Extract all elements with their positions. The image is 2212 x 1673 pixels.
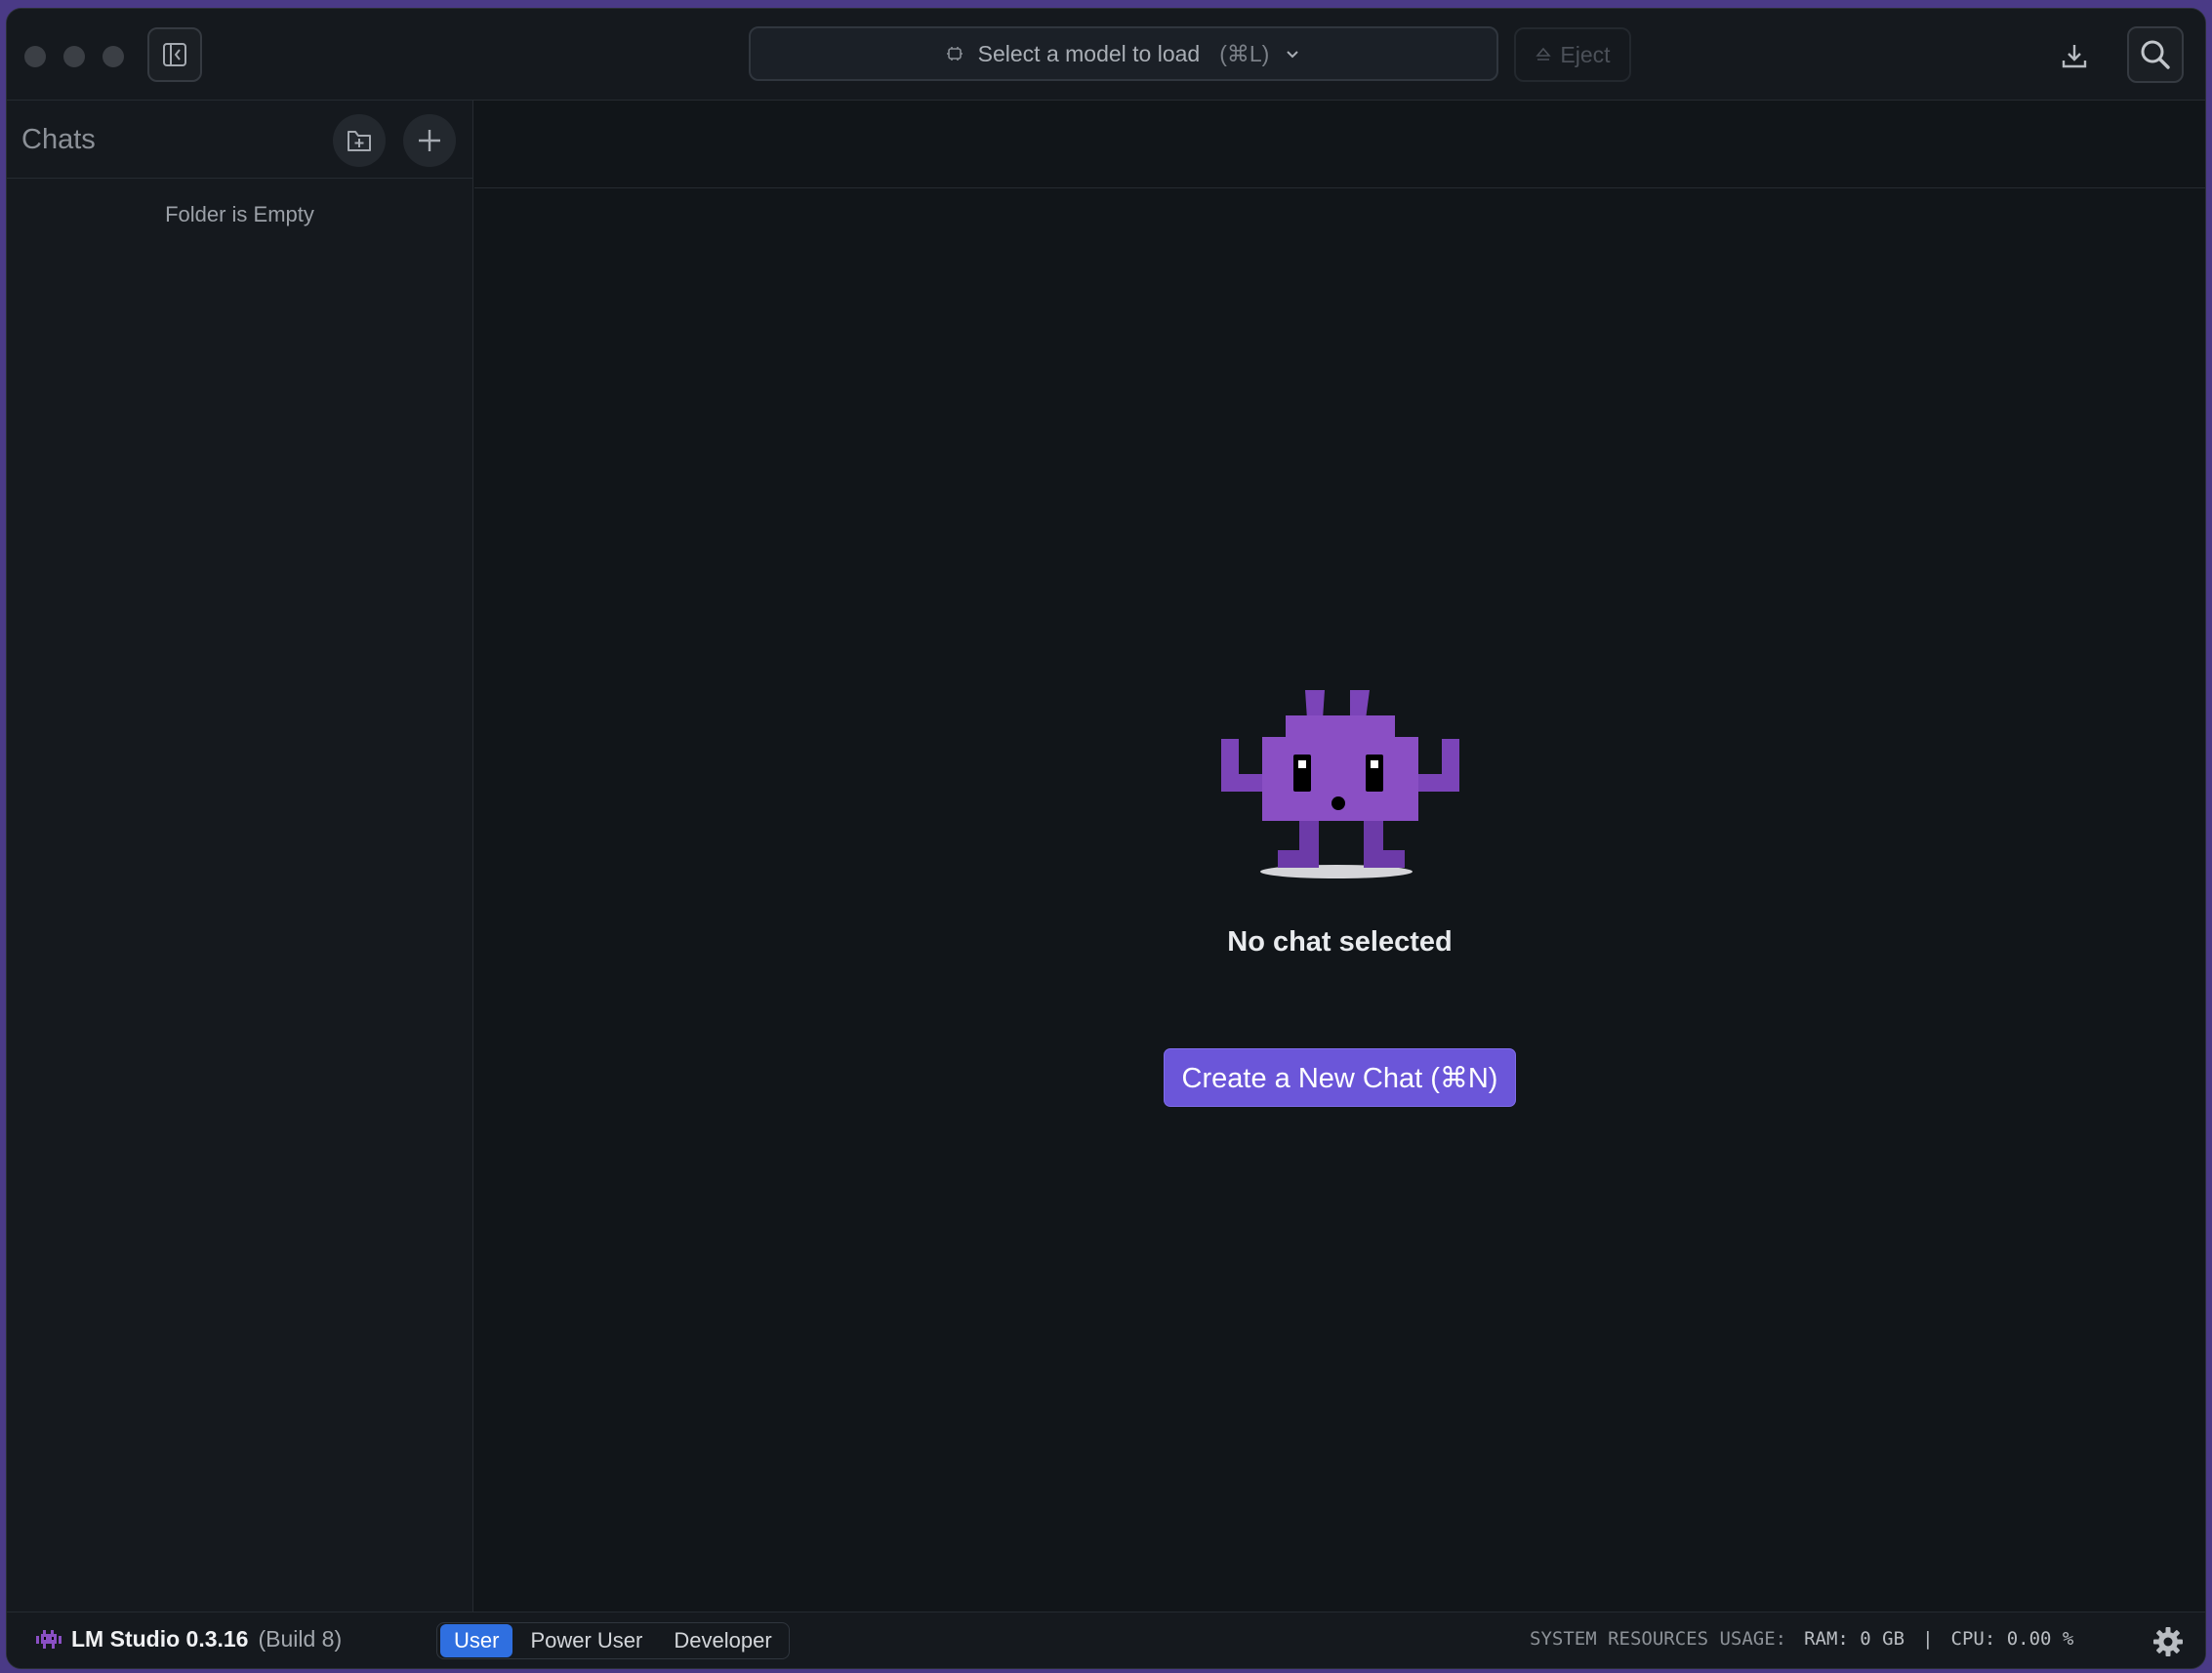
cpu-usage: CPU: 0.00 % (1950, 1628, 2074, 1650)
empty-state: No chat selected Create a New Chat (⌘N) (474, 686, 2205, 1107)
sidebar-collapse-icon (163, 43, 186, 66)
title-bar: Select a model to load (⌘L) Eject (7, 9, 2205, 101)
create-new-chat-button[interactable]: Create a New Chat (⌘N) (1163, 1048, 1517, 1107)
folder-empty-text: Folder is Empty (165, 202, 314, 226)
lm-studio-logo-icon (36, 1629, 61, 1649)
app-brand: LM Studio 0.3.16 (Build 8) (36, 1626, 342, 1653)
model-selector-label: Select a model to load (977, 40, 1201, 66)
model-selector[interactable]: Select a model to load (⌘L) (749, 26, 1498, 81)
app-version: LM Studio 0.3.16 (71, 1626, 249, 1652)
eject-label: Eject (1560, 41, 1611, 67)
app-build: (Build 8) (258, 1626, 343, 1652)
folder-plus-icon (348, 131, 371, 151)
new-folder-button[interactable] (333, 114, 386, 167)
mode-developer[interactable]: Developer (660, 1624, 785, 1657)
model-chip-icon (946, 47, 963, 61)
window-controls (24, 46, 124, 67)
close-window-button[interactable] (24, 46, 46, 67)
ram-usage: RAM: 0 GB (1804, 1628, 1905, 1650)
sidebar-title: Chats (21, 124, 96, 155)
search-button[interactable] (2127, 26, 2184, 83)
downloads-button[interactable] (2053, 34, 2096, 77)
new-chat-button[interactable] (403, 114, 456, 167)
chevron-down-icon (1287, 51, 1299, 59)
search-icon (2141, 40, 2170, 69)
app-window: Select a model to load (⌘L) Eject Chats … (6, 8, 2206, 1669)
minimize-window-button[interactable] (63, 46, 85, 67)
eject-icon (1536, 47, 1552, 61)
mode-switcher: User Power User Developer (436, 1622, 790, 1659)
no-chat-title: No chat selected (1227, 926, 1453, 958)
zoom-window-button[interactable] (102, 46, 124, 67)
resources-separator: | (1922, 1628, 1934, 1650)
mode-user[interactable]: User (440, 1624, 513, 1657)
main-panel: No chat selected Create a New Chat (⌘N) (474, 101, 2205, 1613)
status-bar: LM Studio 0.3.16 (Build 8) User Power Us… (7, 1612, 2205, 1668)
system-resources: SYSTEM RESOURCES USAGE: RAM: 0 GB | CPU:… (1530, 1628, 2073, 1650)
resources-label: SYSTEM RESOURCES USAGE: (1530, 1628, 1787, 1650)
sidebar-header: Chats (7, 101, 472, 179)
eject-button[interactable]: Eject (1514, 27, 1631, 82)
mascot-icon (1220, 690, 1459, 878)
chats-sidebar: Chats Folder is Empty (7, 101, 473, 1613)
mode-power-user[interactable]: Power User (516, 1624, 656, 1657)
plus-icon (419, 130, 440, 151)
toggle-sidebar-button[interactable] (147, 27, 202, 82)
gear-icon (2153, 1627, 2183, 1656)
chat-header (474, 101, 2205, 188)
model-selector-shortcut: (⌘L) (1219, 40, 1270, 66)
settings-button[interactable] (2151, 1624, 2186, 1659)
download-icon (2062, 45, 2087, 68)
